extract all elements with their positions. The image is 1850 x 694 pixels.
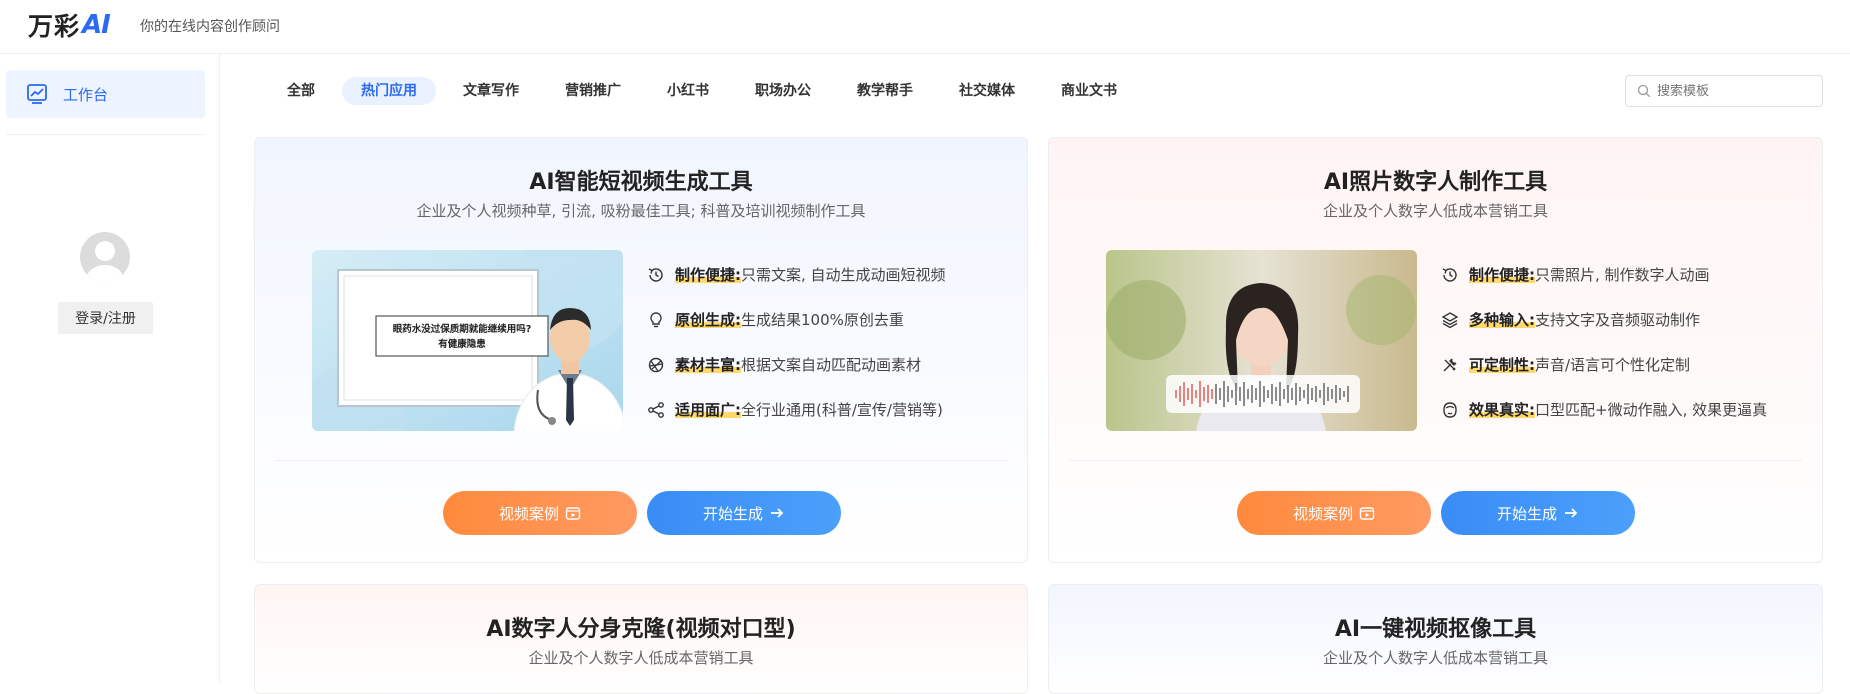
- sidebar-item-label: 工作台: [63, 85, 109, 104]
- feature-item: 多种输入: 支持文字及音频驱动制作: [1441, 297, 1767, 342]
- feature-list: 制作便捷: 只需文案, 自动生成动画短视频 原创生成: 生成结果100%原创去重…: [647, 252, 946, 432]
- feature-item: 制作便捷: 只需文案, 自动生成动画短视频: [647, 252, 946, 297]
- logo[interactable]: 万彩 AI: [28, 9, 111, 41]
- clock-icon: [1442, 267, 1457, 282]
- button-label: 开始生成: [1496, 504, 1557, 523]
- chart-line-icon: [27, 84, 47, 104]
- feature-desc: 根据文案自动匹配动画素材: [741, 356, 922, 374]
- feature-item: 可定制性: 声音/语言可个性化定制: [1441, 342, 1767, 387]
- card-subtitle: 企业及个人视频种草, 引流, 吸粉最佳工具; 科普及培训视频制作工具: [416, 202, 866, 220]
- feature-name: 原创生成:: [675, 309, 741, 330]
- image-caption-1: 眼药水没过保质期就能继续用吗?: [393, 323, 532, 335]
- feature-desc: 全行业通用(科普/宣传/营销等): [741, 401, 943, 419]
- layers-icon: [1441, 311, 1459, 328]
- feature-name: 多种输入:: [1469, 309, 1535, 330]
- card-title: AI智能短视频生成工具: [529, 170, 753, 195]
- feature-item: 制作便捷: 只需照片, 制作数字人动画: [1441, 252, 1767, 297]
- button-label: 视频案例: [1292, 504, 1353, 523]
- card-subtitle: 企业及个人数字人低成本营销工具: [1322, 202, 1548, 220]
- image-caption-2: 有健康隐患: [438, 338, 486, 350]
- tool-card-short-video[interactable]: AI智能短视频生成工具 企业及个人视频种草, 引流, 吸粉最佳工具; 科普及培训…: [254, 137, 1028, 563]
- tools-icon: [1443, 358, 1457, 371]
- tool-card-photo-avatar[interactable]: AI照片数字人制作工具 企业及个人数字人低成本营销工具 制作便捷: 只需照片, …: [1048, 137, 1823, 563]
- logo-text: 万彩: [28, 12, 81, 41]
- card-title: AI数字人分身克隆(视频对口型): [486, 617, 796, 642]
- feature-name: 可定制性:: [1469, 354, 1535, 375]
- video-case-button[interactable]: 视频案例: [1237, 491, 1431, 535]
- face-icon: [1443, 401, 1457, 418]
- tab-office[interactable]: 职场办公: [736, 77, 830, 105]
- avatar[interactable]: [80, 232, 130, 282]
- feature-item: 原创生成: 生成结果100%原创去重: [647, 297, 946, 342]
- tab-teaching[interactable]: 教学帮手: [838, 77, 932, 105]
- tool-card-avatar-clone[interactable]: AI数字人分身克隆(视频对口型) 企业及个人数字人低成本营销工具: [254, 584, 1028, 694]
- video-icon: [1359, 507, 1375, 520]
- feature-item: 素材丰富: 根据文案自动匹配动画素材: [647, 342, 946, 387]
- category-tabs: 全部 热门应用 文章写作 营销推广 小红书 职场办公 教学帮手 社交媒体 商业文…: [268, 76, 1144, 106]
- arrow-right-icon: [1565, 508, 1578, 518]
- tool-card-video-matting[interactable]: AI一键视频抠像工具 企业及个人数字人低成本营销工具: [1048, 584, 1823, 694]
- feature-desc: 只需照片, 制作数字人动画: [1535, 266, 1710, 284]
- feature-name: 制作便捷:: [1469, 264, 1535, 285]
- video-case-button[interactable]: 视频案例: [443, 491, 637, 535]
- logo-ai: AI: [82, 10, 111, 40]
- tab-marketing[interactable]: 营销推广: [546, 77, 640, 105]
- sidebar-item-workbench[interactable]: 工作台: [6, 70, 205, 118]
- button-label: 开始生成: [702, 504, 763, 523]
- feature-name: 适用面广:: [675, 399, 741, 420]
- feature-desc: 声音/语言可个性化定制: [1535, 356, 1691, 374]
- feature-item: 效果真实: 口型匹配+微动作融入, 效果更逼真: [1441, 387, 1767, 432]
- card-divider: [275, 460, 1007, 461]
- bulb-icon: [650, 311, 662, 327]
- card-title: AI照片数字人制作工具: [1323, 170, 1548, 195]
- card-image: [1106, 250, 1417, 431]
- feature-name: 素材丰富:: [675, 354, 741, 375]
- arrow-right-icon: [771, 508, 784, 518]
- sidebar-divider: [6, 134, 205, 135]
- clock-icon: [648, 267, 663, 282]
- tab-all[interactable]: 全部: [268, 77, 334, 105]
- card-title: AI一键视频抠像工具: [1334, 617, 1537, 642]
- tab-hot[interactable]: 热门应用: [342, 77, 436, 105]
- sidebar: 工作台 登录/注册: [0, 54, 220, 684]
- card-divider: [1069, 460, 1802, 461]
- feature-desc: 口型匹配+微动作融入, 效果更逼真: [1535, 401, 1768, 419]
- search-box[interactable]: [1625, 75, 1823, 107]
- feature-desc: 生成结果100%原创去重: [741, 311, 904, 329]
- card-subtitle: 企业及个人数字人低成本营销工具: [528, 649, 754, 667]
- card-subtitle: 企业及个人数字人低成本营销工具: [1322, 649, 1548, 667]
- tab-article[interactable]: 文章写作: [444, 77, 538, 105]
- search-icon: [1637, 84, 1651, 98]
- start-generate-button[interactable]: 开始生成: [647, 491, 841, 535]
- tab-business[interactable]: 商业文书: [1042, 77, 1136, 105]
- top-header: 万彩 AI 你的在线内容创作顾问: [0, 0, 1850, 54]
- login-button[interactable]: 登录/注册: [58, 302, 153, 334]
- tab-social[interactable]: 社交媒体: [940, 77, 1034, 105]
- aperture-icon: [648, 357, 664, 372]
- feature-desc: 只需文案, 自动生成动画短视频: [741, 266, 946, 284]
- feature-list: 制作便捷: 只需照片, 制作数字人动画 多种输入: 支持文字及音频驱动制作 可定…: [1441, 252, 1767, 432]
- tagline: 你的在线内容创作顾问: [140, 19, 280, 35]
- video-icon: [565, 507, 581, 520]
- user-icon: [87, 241, 123, 282]
- share-icon: [648, 401, 664, 418]
- search-input[interactable]: [1657, 83, 1817, 99]
- card-image: 眼药水没过保质期就能继续用吗? 有健康隐患: [312, 250, 623, 431]
- feature-desc: 支持文字及音频驱动制作: [1535, 311, 1701, 329]
- tab-xiaohongshu[interactable]: 小红书: [648, 77, 728, 105]
- start-generate-button[interactable]: 开始生成: [1441, 491, 1635, 535]
- feature-name: 效果真实:: [1469, 399, 1535, 420]
- feature-name: 制作便捷:: [675, 264, 741, 285]
- button-label: 视频案例: [498, 504, 559, 523]
- feature-item: 适用面广: 全行业通用(科普/宣传/营销等): [647, 387, 946, 432]
